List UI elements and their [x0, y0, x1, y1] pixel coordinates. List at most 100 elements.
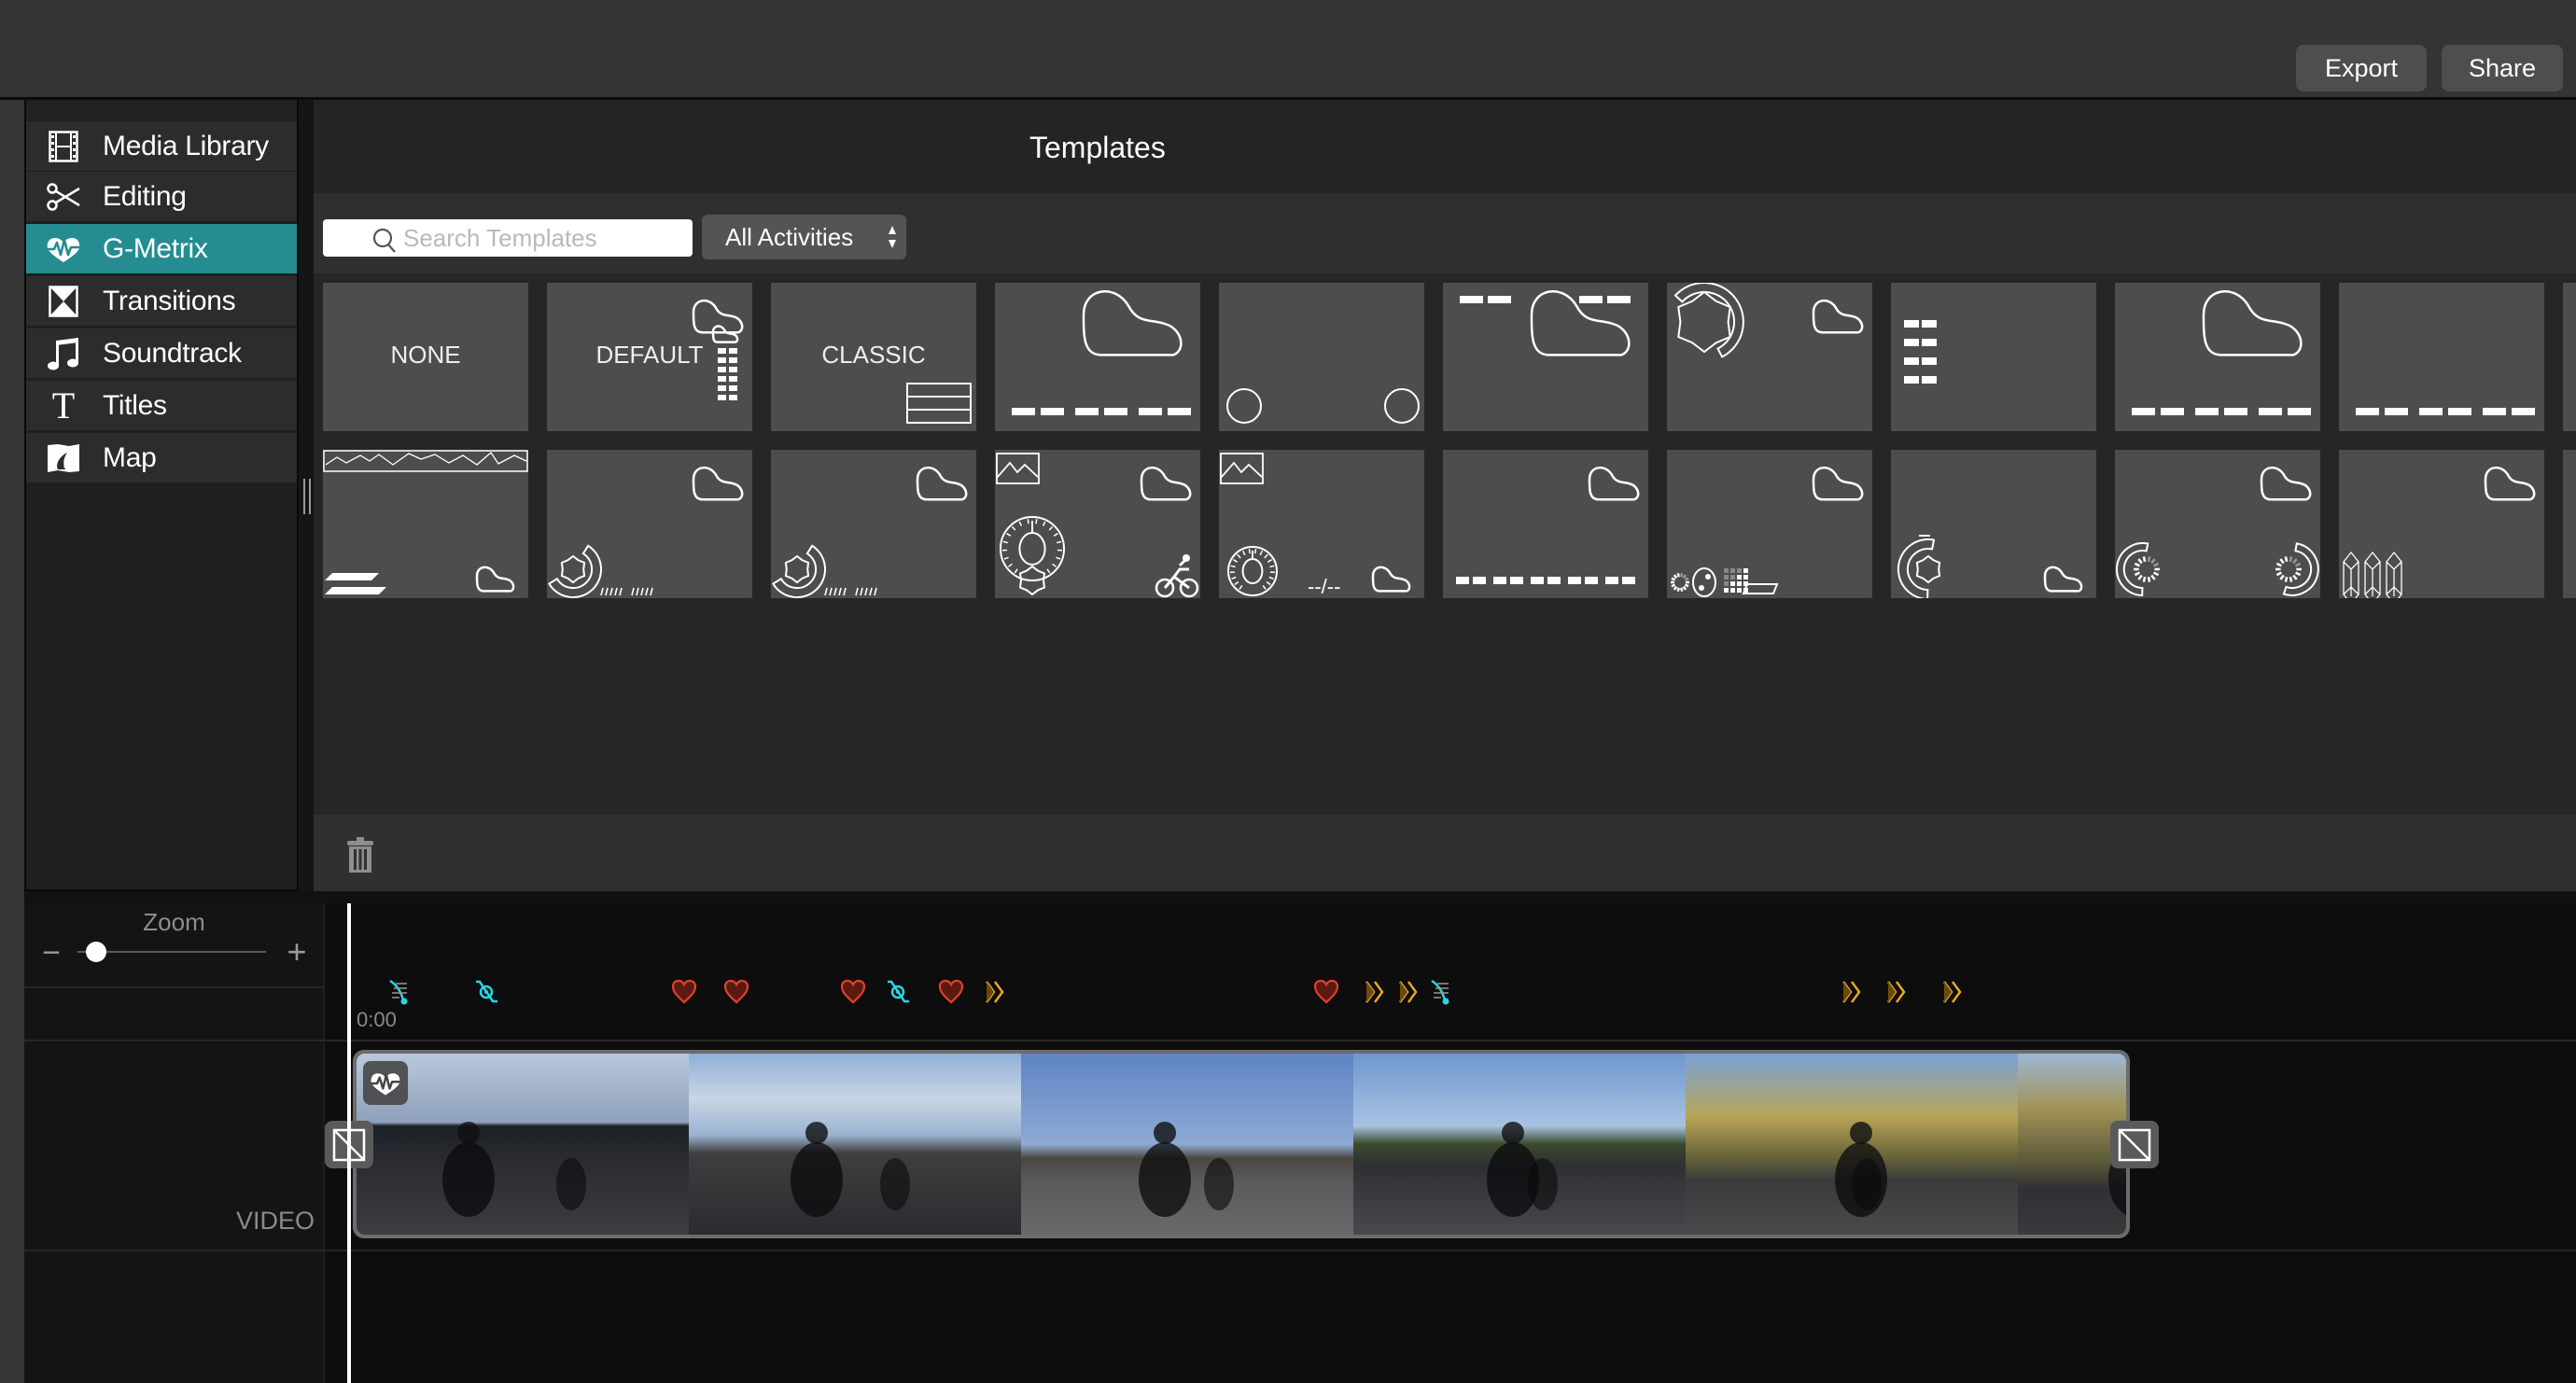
template-tile[interactable]	[2563, 283, 2576, 431]
export-button[interactable]: Export	[2296, 45, 2427, 91]
zoom-label: Zoom	[143, 908, 205, 936]
template-preview-icon	[771, 466, 968, 598]
template-tile[interactable]: --/--	[1219, 450, 1424, 598]
sidebar-item-label: Editing	[103, 180, 187, 212]
speed-marker-icon[interactable]	[385, 978, 413, 1006]
template-preview-icon	[1012, 290, 1191, 415]
template-tile[interactable]	[1891, 283, 2096, 431]
fast-forward-marker-icon[interactable]	[982, 978, 1010, 1006]
sidebar-item-transitions[interactable]: Transitions	[26, 276, 297, 326]
template-tile[interactable]	[2115, 283, 2320, 431]
template-tile[interactable]	[2115, 450, 2320, 598]
template-tile[interactable]	[1891, 450, 2096, 598]
sidebar-item-g-metrix[interactable]: G-Metrix	[26, 224, 297, 273]
timeline-track-headers	[24, 903, 324, 1383]
gmetrix-pulse-icon	[371, 1072, 400, 1096]
template-tile[interactable]	[2339, 283, 2544, 431]
heart-rate-marker-icon[interactable]	[937, 978, 965, 1006]
clip-thumbnail	[1021, 1054, 1353, 1235]
transition-icon	[2118, 1128, 2151, 1161]
template-preview-icon	[1897, 535, 2083, 598]
trash-icon[interactable]	[347, 837, 373, 873]
heart-rate-marker-icon[interactable]	[722, 978, 750, 1006]
fast-forward-marker-icon[interactable]	[1939, 978, 1967, 1006]
template-label: CLASSIC	[821, 341, 926, 369]
video-track-label: VIDEO	[235, 1207, 315, 1235]
clip-thumbnail	[689, 1054, 1021, 1235]
text-t-icon: T	[51, 384, 76, 426]
playhead[interactable]	[347, 903, 351, 1383]
map-icon	[45, 440, 82, 477]
heart-rate-marker-icon[interactable]	[670, 978, 698, 1006]
template-tile[interactable]	[2563, 450, 2576, 598]
transition-out-handle[interactable]	[2110, 1121, 2159, 1168]
activity-filter-select[interactable]: All Activities	[702, 215, 906, 259]
divider	[24, 1040, 2576, 1041]
template-preview-icon	[2563, 283, 2576, 431]
heart-rate-marker-icon[interactable]	[839, 978, 867, 1006]
search-icon	[372, 228, 396, 253]
sidebar-item-label: Media Library	[103, 130, 269, 161]
template-tile[interactable]	[771, 450, 976, 598]
template-preview-icon	[1673, 283, 1864, 358]
template-tile[interactable]: CLASSIC	[771, 283, 976, 431]
search-input[interactable]	[403, 223, 702, 253]
template-tile[interactable]	[995, 450, 1200, 598]
template-tile[interactable]	[1667, 283, 1872, 431]
timeline-start-time: 0:00	[357, 1008, 397, 1031]
sidebar-header	[26, 101, 297, 119]
template-preview-icon	[2343, 466, 2536, 598]
sidebar-item-soundtrack[interactable]: Soundtrack	[26, 328, 297, 378]
top-toolbar	[0, 0, 2576, 100]
panel-resize-handle[interactable]	[303, 479, 311, 514]
sidebar-item-label: Transitions	[103, 285, 236, 316]
template-tile[interactable]	[547, 450, 752, 598]
g-force-marker-icon[interactable]	[884, 978, 912, 1006]
fast-forward-marker-icon[interactable]	[1883, 978, 1911, 1006]
template-preview-icon	[1456, 466, 1640, 584]
fast-forward-marker-icon[interactable]	[1839, 978, 1867, 1006]
template-preview-icon	[2132, 290, 2311, 415]
template-preview-icon	[1671, 466, 1864, 597]
zoom-in-button[interactable]: +	[285, 935, 309, 969]
zoom-out-button[interactable]: −	[39, 937, 63, 969]
g-force-marker-icon[interactable]	[472, 978, 500, 1006]
search-templates-field[interactable]	[323, 219, 702, 257]
template-preview-icon	[323, 450, 528, 594]
template-tile[interactable]	[1219, 283, 1424, 431]
heart-rate-marker-icon[interactable]	[1312, 978, 1340, 1006]
template-preview-icon	[2563, 450, 2576, 598]
sidebar-item-titles[interactable]: T Titles	[26, 381, 297, 430]
template-tile[interactable]	[1443, 283, 1648, 431]
sidebar-item-editing[interactable]: Editing	[26, 172, 297, 221]
scissors-icon	[45, 178, 82, 216]
template-tile[interactable]	[995, 283, 1200, 431]
left-edge-strip	[0, 100, 24, 1383]
clip-thumbnail	[1353, 1054, 1686, 1235]
template-label: DEFAULT	[595, 341, 704, 369]
template-tile[interactable]: DEFAULT	[547, 283, 752, 431]
template-tile[interactable]	[1667, 450, 1872, 598]
template-tile[interactable]: NONE	[323, 283, 528, 431]
template-preview-icon	[2356, 408, 2535, 415]
clip-thumbnail	[1686, 1054, 2018, 1235]
divider	[24, 1250, 2576, 1251]
share-button[interactable]: Share	[2442, 45, 2563, 91]
gmetrix-badge[interactable]	[363, 1061, 408, 1105]
template-tile[interactable]	[2339, 450, 2544, 598]
template-tile[interactable]	[323, 450, 528, 598]
activity-filter-value: All Activities	[725, 223, 854, 251]
speed-marker-icon[interactable]	[1426, 978, 1454, 1006]
gmetrix-pulse-icon	[45, 230, 82, 268]
fast-forward-marker-icon[interactable]	[1362, 978, 1390, 1006]
template-tile[interactable]	[1443, 450, 1648, 598]
video-clip[interactable]	[353, 1050, 2130, 1238]
template-preview-icon: --/--	[1220, 453, 1411, 598]
template-preview-icon	[1226, 388, 1420, 424]
templates-header	[314, 100, 2576, 193]
sidebar-item-media-library[interactable]: Media Library	[26, 121, 297, 171]
template-preview-icon	[2116, 466, 2319, 597]
fast-forward-marker-icon[interactable]	[1395, 978, 1423, 1006]
divider	[24, 986, 324, 988]
sidebar-item-map[interactable]: Map	[26, 433, 297, 482]
